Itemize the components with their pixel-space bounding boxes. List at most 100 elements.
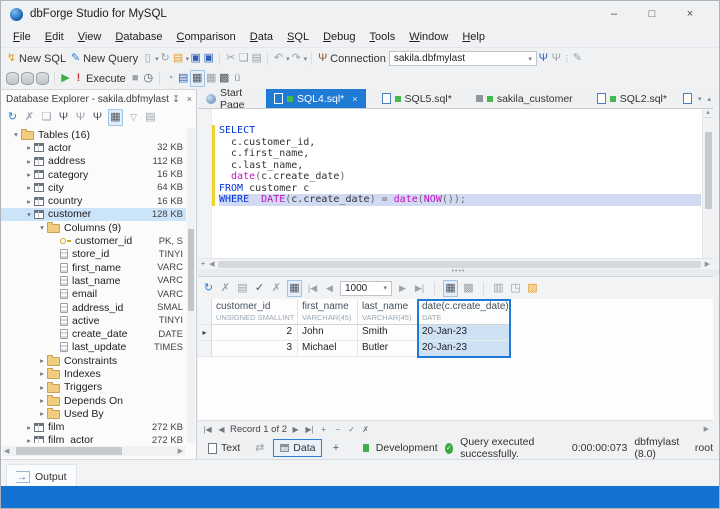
tab-sql2-sql[interactable]: SQL2.sql* [589, 89, 675, 108]
dark-grid-icon[interactable]: ▩ [218, 71, 231, 86]
grid-cell[interactable]: 20-Jan-23 [418, 325, 510, 341]
grid-cell[interactable]: Butler [358, 341, 418, 357]
tree-node-actor[interactable]: ▸actor32 KB [1, 141, 186, 154]
edit-icon[interactable]: ✎ [571, 51, 584, 66]
grid-view-icon[interactable]: ▦ [443, 280, 458, 297]
expander-icon[interactable]: ▾ [37, 223, 47, 232]
tree-node-store-id[interactable]: store_idTINYI [1, 248, 186, 261]
expander-icon[interactable]: ▸ [24, 143, 34, 152]
card-view-icon[interactable]: ▩ [462, 281, 475, 296]
grid-cell[interactable]: 2 [212, 325, 298, 341]
expander-icon[interactable]: ▸ [24, 423, 34, 432]
panel-close-icon[interactable]: × [187, 94, 192, 105]
tree-node-address[interactable]: ▸address112 KB [1, 155, 186, 168]
save-icon[interactable]: ▣ [189, 51, 202, 66]
close-icon[interactable]: × [683, 8, 697, 20]
expander-icon[interactable]: ▸ [24, 157, 34, 166]
delete-icon[interactable]: ✗ [219, 281, 232, 296]
refresh-icon[interactable]: ↻ [159, 51, 172, 66]
menu-help[interactable]: Help [455, 29, 492, 45]
nav-first-icon[interactable]: |◀ [202, 425, 213, 434]
sql-code[interactable]: SELECT c.customer_id, c.first_name, c.la… [219, 125, 701, 206]
tree-node-triggers[interactable]: ▸Triggers [1, 381, 186, 394]
sql-editor[interactable]: SELECT c.customer_id, c.first_name, c.la… [198, 108, 713, 258]
menu-tools[interactable]: Tools [363, 29, 403, 45]
change-db-icon[interactable] [36, 72, 49, 85]
maximize-icon[interactable]: □ [645, 8, 659, 20]
chevron-down-icon[interactable]: ▾ [698, 95, 702, 103]
menu-sql[interactable]: SQL [280, 29, 316, 45]
add-view-button[interactable]: + [329, 441, 342, 456]
more-icon[interactable]: ⋮ [563, 51, 571, 66]
tree-node-email[interactable]: emailVARC [1, 288, 186, 301]
connect-icon[interactable]: Ψ [537, 51, 550, 66]
menu-edit[interactable]: Edit [38, 29, 71, 45]
menu-data[interactable]: Data [243, 29, 280, 45]
plan-icon[interactable]: ▦ [190, 70, 205, 87]
disconnect-icon[interactable]: Ψ [550, 51, 563, 66]
layers-icon[interactable]: ▤ [144, 110, 157, 125]
nav-delete-icon[interactable]: − [332, 425, 343, 434]
editor-vertical-scrollbar[interactable]: ▴ [702, 109, 713, 258]
nav-next-icon[interactable]: ▶ [290, 425, 301, 434]
redo-icon[interactable]: ↷ [290, 51, 303, 66]
chevron-down-icon[interactable]: ▾ [379, 284, 387, 292]
expander-icon[interactable]: ▸ [24, 436, 34, 443]
script-icon[interactable]: ▤ [177, 71, 190, 86]
prev-page-icon[interactable]: ◀ [323, 281, 336, 296]
splitter-grip-icon[interactable]: ▴ [703, 109, 713, 118]
tab-data[interactable]: Data [273, 439, 322, 457]
scroll-left-icon[interactable]: ◀ [209, 260, 214, 268]
column-header-last-name[interactable]: last_nameVARCHAR(45) [358, 299, 418, 325]
new-sql-button[interactable]: New SQL [19, 53, 66, 65]
connection-combobox[interactable]: sakila.dbfmylast ▾ [389, 51, 537, 66]
scroll-right-icon[interactable]: ▶ [705, 260, 710, 268]
scroll-left-icon[interactable]: ◀ [4, 447, 9, 455]
pin-icon[interactable]: ↧ [172, 94, 180, 105]
page-size-combobox[interactable]: 1000 ▾ [340, 281, 392, 296]
disconnect-icon[interactable]: Ψ [74, 110, 87, 125]
column-header-first-name[interactable]: first_nameVARCHAR(45) [298, 299, 358, 325]
expander-icon[interactable]: ▾ [24, 210, 34, 219]
explorer-vertical-scrollbar[interactable] [187, 128, 195, 443]
grid-cell[interactable]: 3 [212, 341, 298, 357]
scroll-right-icon[interactable]: ▶ [178, 447, 183, 455]
column-header-date-c-create-date[interactable]: date(c.create_date)DATE [418, 299, 510, 325]
tab-sql5-sql[interactable]: SQL5.sql* [374, 89, 460, 108]
new-document-icon[interactable]: ▯ [141, 51, 154, 66]
expander-icon[interactable]: ▾ [11, 130, 21, 139]
tree-node-city[interactable]: ▸city64 KB [1, 181, 186, 194]
grid-cell[interactable]: Smith [358, 325, 418, 341]
pane-splitter-icon[interactable]: + [201, 261, 205, 268]
grid-cell[interactable]: 20-Jan-23 [418, 341, 510, 357]
tree-node-depends-on[interactable]: ▸Depends On [1, 394, 186, 407]
column-header-customer-id[interactable]: customer_idUNSIGNED SMALLINT [212, 299, 298, 325]
new-query-button[interactable]: New Query [83, 53, 138, 65]
menu-debug[interactable]: Debug [316, 29, 362, 45]
nav-last-icon[interactable]: ▶| [304, 425, 315, 434]
filter-icon[interactable]: ▽ [127, 110, 140, 125]
connect-icon[interactable]: Ψ [57, 110, 70, 125]
tree-node-columns-9[interactable]: ▾Columns (9) [1, 221, 186, 234]
open-file-icon[interactable]: ▤ [172, 51, 185, 66]
user-name[interactable]: root [695, 442, 713, 454]
scroll-right-icon[interactable]: ▶ [704, 425, 709, 433]
tree-node-tables-16[interactable]: ▾Tables (16) [1, 128, 186, 141]
connect-db-icon[interactable] [6, 72, 19, 85]
tree-node-film-actor[interactable]: ▸film_actor272 KB [1, 434, 186, 443]
copy-icon[interactable]: ❏ [237, 51, 250, 66]
tree-node-constraints[interactable]: ▸Constraints [1, 354, 186, 367]
rollback-icon[interactable]: ✗ [270, 281, 283, 296]
connection-plug-icon[interactable]: Ψ [91, 110, 104, 125]
next-page-icon[interactable]: ▶ [396, 281, 409, 296]
tree-node-indexes[interactable]: ▸Indexes [1, 367, 186, 380]
save-all-icon[interactable]: ▣ [202, 51, 215, 66]
paste-icon[interactable]: ▤ [250, 51, 263, 66]
profiler-icon[interactable]: ◔ [164, 71, 177, 86]
tree-node-used-by[interactable]: ▸Used By [1, 407, 186, 420]
tab-text[interactable]: Text [202, 440, 246, 456]
run-icon[interactable]: ▶ [59, 71, 72, 86]
snippet-icon[interactable]: ü [231, 71, 244, 86]
nav-cancel-icon[interactable]: ✗ [360, 425, 371, 434]
grid-cell[interactable]: John [298, 325, 358, 341]
